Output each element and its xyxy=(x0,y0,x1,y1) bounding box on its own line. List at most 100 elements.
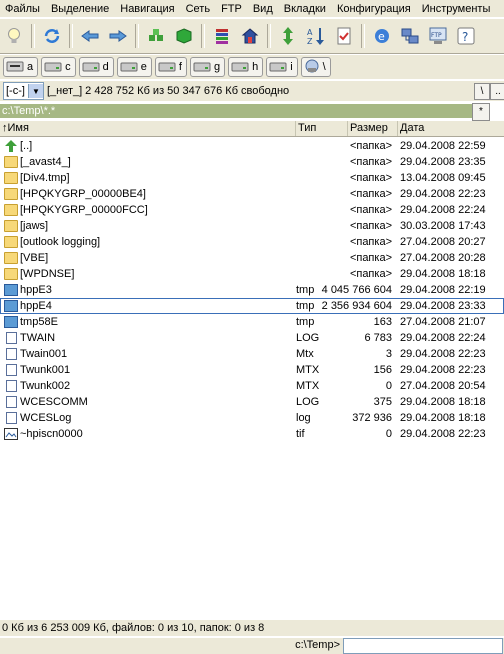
menu-item[interactable]: FTP xyxy=(216,3,248,15)
menu-item[interactable]: Навигация xyxy=(115,3,180,15)
folder-icon xyxy=(4,220,18,232)
file-ext: tmp xyxy=(296,300,315,312)
command-prompt: c:\Temp> xyxy=(295,639,340,651)
file-size: 0 xyxy=(385,428,392,440)
hard-drive-icon xyxy=(269,60,287,75)
drive-button-i[interactable]: i xyxy=(266,57,298,77)
svg-text:?: ? xyxy=(462,30,468,44)
forward-icon[interactable] xyxy=(106,24,130,48)
folder-row[interactable]: [HPQKYGRP_00000BE4] <папка> 29.04.2008 22:… xyxy=(0,186,504,202)
drive-button-g[interactable]: g xyxy=(189,57,226,77)
file-ext: Mtx xyxy=(296,348,314,360)
menu-item[interactable]: Конфигурация xyxy=(332,3,417,15)
parent-dir-row[interactable]: [..] <папка> 29.04.2008 22:59 xyxy=(0,138,504,154)
command-input[interactable] xyxy=(343,638,503,654)
menu-item[interactable]: Файлы xyxy=(0,3,46,15)
file-name: hppE4 xyxy=(20,300,52,312)
file-name: [HPQKYGRP_00000BE4] xyxy=(20,188,146,200)
folder-row[interactable]: [HPQKYGRP_00000FCC] <папка> 29.04.2008 22:… xyxy=(0,202,504,218)
drive-button-e[interactable]: e xyxy=(116,57,152,77)
menu-item[interactable]: Инструменты xyxy=(417,3,497,15)
file-row[interactable]: WCESCOMM LOG 375 29.04.2008 18:18 xyxy=(0,394,504,410)
browser-icon[interactable]: e xyxy=(370,24,394,48)
checklist-icon[interactable] xyxy=(332,24,356,48)
file-row[interactable]: Twunk001 MTX 156 29.04.2008 22:23 xyxy=(0,362,504,378)
col-size[interactable]: Размер xyxy=(348,121,398,136)
file-row[interactable]: WCESLog log 372 936 29.04.2008 18:18 xyxy=(0,410,504,426)
file-size: 375 xyxy=(373,396,392,408)
refresh-icon[interactable] xyxy=(40,24,64,48)
drive-button-c[interactable]: c xyxy=(41,57,76,77)
file-row[interactable]: TWAIN LOG 6 783 29.04.2008 22:24 xyxy=(0,330,504,346)
toolbar-separator xyxy=(201,24,205,48)
file-ext: LOG xyxy=(296,332,320,344)
filter-button[interactable]: * xyxy=(472,103,490,121)
current-path: c:\Temp\*.* xyxy=(0,104,472,118)
file-row[interactable]: tmp58E tmp 163 27.04.2008 21:07 xyxy=(0,314,504,330)
folder-row[interactable]: [jaws] <папка> 30.03.2008 17:43 xyxy=(0,218,504,234)
sort-az-icon[interactable]: AZ xyxy=(304,24,328,48)
file-date: 29.04.2008 22:23 xyxy=(400,364,486,376)
drive-button-h[interactable]: h xyxy=(228,57,264,77)
ftp-icon[interactable]: FTP xyxy=(426,24,450,48)
menu-item[interactable]: Сеть xyxy=(181,3,216,15)
file-date: 29.04.2008 18:18 xyxy=(400,396,486,408)
folder-row[interactable]: [Div4.tmp] <папка> 13.04.2008 09:45 xyxy=(0,170,504,186)
file-ext: tif xyxy=(296,428,305,440)
menu-item[interactable]: Выделение xyxy=(46,3,115,15)
file-date: 27.04.2008 21:07 xyxy=(400,316,486,328)
hard-drive-icon xyxy=(82,60,100,75)
help-icon[interactable]: ? xyxy=(454,24,478,48)
file-size: 2 356 934 604 xyxy=(321,300,392,312)
folder-row[interactable]: [VBE] <папка> 27.04.2008 20:28 xyxy=(0,250,504,266)
file-name: WCESCOMM xyxy=(20,396,88,408)
folder-row[interactable]: [outlook logging] <папка> 27.04.2008 20:27 xyxy=(0,234,504,250)
file-row[interactable]: Twunk002 MTX 0 27.04.2008 20:54 xyxy=(0,378,504,394)
chevron-down-icon[interactable]: ▼ xyxy=(27,84,43,98)
menu-item[interactable]: Вид xyxy=(248,3,279,15)
file-row[interactable]: ~hpiscn0000 tif 0 29.04.2008 22:23 xyxy=(0,426,504,442)
file-date: 29.04.2008 18:18 xyxy=(400,412,486,424)
parent-dir-button[interactable]: .. xyxy=(490,83,504,100)
file-size: <папка> xyxy=(349,268,392,280)
toolbar-separator xyxy=(69,24,73,48)
drive-button-network[interactable]: \ xyxy=(300,57,331,77)
svg-text:Z: Z xyxy=(307,37,313,46)
file-size: <папка> xyxy=(349,156,392,168)
file-name: ~hpiscn0000 xyxy=(20,428,83,440)
drive-button-d[interactable]: d xyxy=(78,57,114,77)
file-date: 13.04.2008 09:45 xyxy=(400,172,486,184)
svg-text:e: e xyxy=(378,30,385,43)
file-row[interactable]: hppE4 tmp 2 356 934 604 29.04.2008 23:33 xyxy=(0,298,504,314)
col-ext[interactable]: Тип xyxy=(296,121,348,136)
drive-button-a[interactable]: a xyxy=(3,57,39,77)
drive-letter: \ xyxy=(322,61,326,73)
folder-row[interactable]: [WPDNSE] <папка> 29.04.2008 18:18 xyxy=(0,266,504,282)
file-size: 3 xyxy=(385,348,392,360)
file-size: 156 xyxy=(373,364,392,376)
column-header: ↑Имя Тип Размер Дата xyxy=(0,121,504,137)
folder-icon xyxy=(4,156,18,168)
menu-item[interactable]: Вкладки xyxy=(279,3,332,15)
col-date[interactable]: Дата xyxy=(398,121,504,136)
root-dir-button[interactable]: \ xyxy=(474,83,490,100)
file-row[interactable]: Twain001 Mtx 3 29.04.2008 22:23 xyxy=(0,346,504,362)
sync-icon[interactable] xyxy=(276,24,300,48)
home-icon[interactable] xyxy=(238,24,262,48)
lightbulb-icon[interactable] xyxy=(2,24,26,48)
folder-icon xyxy=(4,204,18,216)
file-name: TWAIN xyxy=(20,332,56,344)
file-size: <папка> xyxy=(349,220,392,232)
pack-icon[interactable] xyxy=(144,24,168,48)
col-name[interactable]: ↑Имя xyxy=(0,121,296,136)
drive-button-f[interactable]: f xyxy=(154,57,187,77)
drive-combo[interactable]: [-c-] ▼ xyxy=(3,82,44,100)
hard-drive-icon xyxy=(231,60,249,75)
file-date: 29.04.2008 23:35 xyxy=(400,156,486,168)
unpack-icon[interactable] xyxy=(172,24,196,48)
books-icon[interactable] xyxy=(210,24,234,48)
folder-row[interactable]: [_avast4_] <папка> 29.04.2008 23:35 xyxy=(0,154,504,170)
network-icon[interactable] xyxy=(398,24,422,48)
file-row[interactable]: hppE3 tmp 4 045 766 604 29.04.2008 22:19 xyxy=(0,282,504,298)
back-icon[interactable] xyxy=(78,24,102,48)
